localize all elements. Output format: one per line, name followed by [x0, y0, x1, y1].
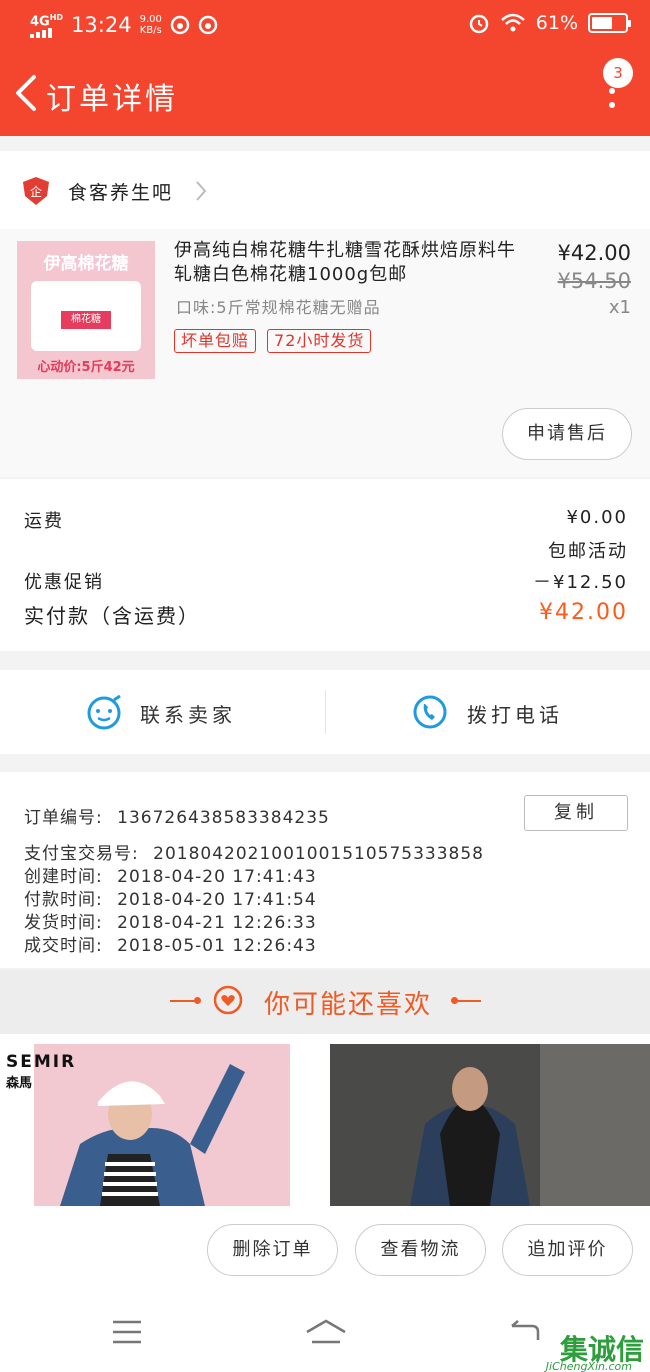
battery-icon — [588, 13, 631, 33]
wifi-icon — [500, 13, 525, 32]
product-tag: 坏单包赔 — [174, 329, 257, 353]
order-number-line: 订单编号: 136726438583384235 — [24, 803, 330, 828]
store-name: 食客养生吧 — [68, 182, 174, 204]
recommend-item-image[interactable] — [330, 1044, 650, 1206]
notification-badge: 3 — [603, 58, 633, 88]
shipped-label: 发货时间: — [24, 913, 103, 933]
decor-line — [455, 1000, 481, 1002]
discount-label: 优惠促销 — [24, 572, 104, 593]
call-phone-label: 拨打电话 — [467, 703, 563, 727]
more-menu-icon[interactable] — [606, 88, 618, 132]
status-left: 4GHD 13:24 9.00 KB/s — [30, 12, 218, 39]
net-speed-value: 9.00 — [139, 14, 162, 26]
signal-icon — [30, 28, 52, 39]
product-original-price: ¥54.50 — [557, 269, 631, 293]
chevron-right-icon — [196, 181, 207, 201]
total-value: ¥42.00 — [539, 600, 628, 625]
contact-seller-label: 联系卖家 — [140, 703, 236, 727]
battery-percent: 61% — [535, 12, 578, 34]
alipay-line: 支付宝交易号: 2018042021001001510575333858 — [24, 839, 484, 864]
store-row[interactable]: 企 食客养生吧 — [0, 151, 650, 229]
net-speed-unit: KB/s — [139, 25, 162, 37]
brand-logo-en: SEMIR — [6, 1052, 77, 1072]
recommend-title: 你可能还喜欢 — [263, 990, 432, 1020]
clock: 13:24 — [71, 13, 132, 38]
after-sale-button[interactable]: 申请售后 — [502, 408, 632, 460]
recommend-item-image[interactable]: SEMIR 森馬 — [0, 1044, 290, 1206]
app-notification-icon — [170, 15, 190, 35]
product-title[interactable]: 伊高纯白棉花糖牛扎糖雪花酥烘焙原料牛轧糖白色棉花糖1000g包邮 — [174, 239, 526, 287]
completed-time: 2018-05-01 12:26:43 — [117, 936, 317, 956]
product-quantity: x1 — [608, 297, 631, 318]
alarm-icon — [469, 14, 489, 34]
completed-label: 成交时间: — [24, 936, 103, 956]
paid-line: 付款时间: 2018-04-20 17:41:54 — [24, 885, 317, 910]
call-phone-button[interactable]: 拨打电话 — [325, 670, 650, 754]
contact-seller-button[interactable]: 联系卖家 — [0, 670, 325, 754]
app-notification-icon — [198, 15, 218, 35]
order-number-label: 订单编号: — [24, 808, 103, 828]
back-arrow-icon[interactable] — [12, 74, 42, 112]
product-price: ¥42.00 — [557, 241, 631, 265]
recommend-header: 你可能还喜欢 — [0, 970, 650, 1034]
net-speed: 9.00 KB/s — [140, 14, 162, 36]
menu-icon[interactable] — [111, 1318, 143, 1346]
created-time: 2018-04-20 17:41:43 — [117, 867, 317, 887]
shipping-note: 包邮活动 — [548, 541, 628, 562]
product-card[interactable]: 伊高棉花糖 棉花糖 心动价:5斤42元 伊高纯白棉花糖牛扎糖雪花酥烘焙原料牛轧糖… — [0, 229, 650, 477]
product-tags: 坏单包赔 72小时发货 — [174, 329, 372, 353]
chat-bubble-icon — [87, 694, 121, 730]
model-photo — [330, 1044, 650, 1206]
product-spec: 口味:5斤常规棉花糖无赠品 — [176, 298, 381, 317]
alipay-number: 2018042021001001510575333858 — [153, 844, 484, 864]
product-image-promo: 心动价:5斤42元 — [37, 360, 135, 375]
copy-button[interactable]: 复制 — [524, 795, 628, 831]
shipping-value: ¥0.00 — [566, 507, 628, 528]
svg-text:企: 企 — [30, 184, 42, 199]
delete-order-button[interactable]: 删除订单 — [207, 1224, 338, 1276]
network-indicator: 4GHD — [30, 12, 64, 39]
phone-icon — [413, 695, 447, 729]
title-bar: 订单详情 3 — [0, 50, 650, 136]
total-label: 实付款（含运费） — [24, 604, 200, 628]
watermark-url: JiChengXin.com — [545, 1360, 632, 1372]
product-image-brand: 伊高棉花糖 — [43, 254, 129, 274]
network-type: 4G — [30, 14, 50, 30]
shipped-time: 2018-04-21 12:26:33 — [117, 913, 317, 933]
battery-fill — [592, 17, 612, 29]
network-sup: HD — [49, 13, 64, 22]
product-image[interactable]: 伊高棉花糖 棉花糖 心动价:5斤42元 — [17, 241, 155, 379]
shipping-label: 运费 — [24, 511, 64, 532]
page-title: 订单详情 — [46, 82, 178, 117]
back-nav-icon[interactable] — [508, 1318, 540, 1346]
created-line: 创建时间: 2018-04-20 17:41:43 — [24, 862, 317, 887]
order-actions: 删除订单 查看物流 追加评价 — [0, 1206, 650, 1294]
completed-line: 成交时间: 2018-05-01 12:26:43 — [24, 931, 317, 956]
recommend-list: SEMIR 森馬 — [0, 1034, 650, 1206]
home-icon[interactable] — [304, 1318, 348, 1348]
alipay-label: 支付宝交易号: — [24, 844, 139, 864]
product-bag-label: 棉花糖 — [61, 311, 111, 329]
discount-value: －¥12.50 — [533, 572, 628, 593]
paid-label: 付款时间: — [24, 890, 103, 910]
order-info: 订单编号: 136726438583384235 复制 支付宝交易号: 2018… — [0, 772, 650, 968]
order-number: 136726438583384235 — [117, 808, 330, 828]
paid-time: 2018-04-20 17:41:54 — [117, 890, 317, 910]
status-bar: 4GHD 13:24 9.00 KB/s 61% — [0, 0, 650, 50]
shipped-line: 发货时间: 2018-04-21 12:26:33 — [24, 908, 317, 933]
fee-summary: 运费 ¥0.00 包邮活动 优惠促销 －¥12.50 实付款（含运费） ¥42.… — [0, 479, 650, 651]
enterprise-shield-icon: 企 — [23, 177, 49, 205]
view-logistics-button[interactable]: 查看物流 — [355, 1224, 486, 1276]
system-nav-bar: 集诚信 JiChengXin.com — [0, 1294, 650, 1372]
created-label: 创建时间: — [24, 867, 103, 887]
add-review-button[interactable]: 追加评价 — [502, 1224, 633, 1276]
product-tag: 72小时发货 — [267, 329, 372, 353]
contact-bar: 联系卖家 拨打电话 — [0, 670, 650, 754]
status-right: 61% — [468, 12, 631, 34]
brand-logo-cn: 森馬 — [6, 1076, 33, 1091]
